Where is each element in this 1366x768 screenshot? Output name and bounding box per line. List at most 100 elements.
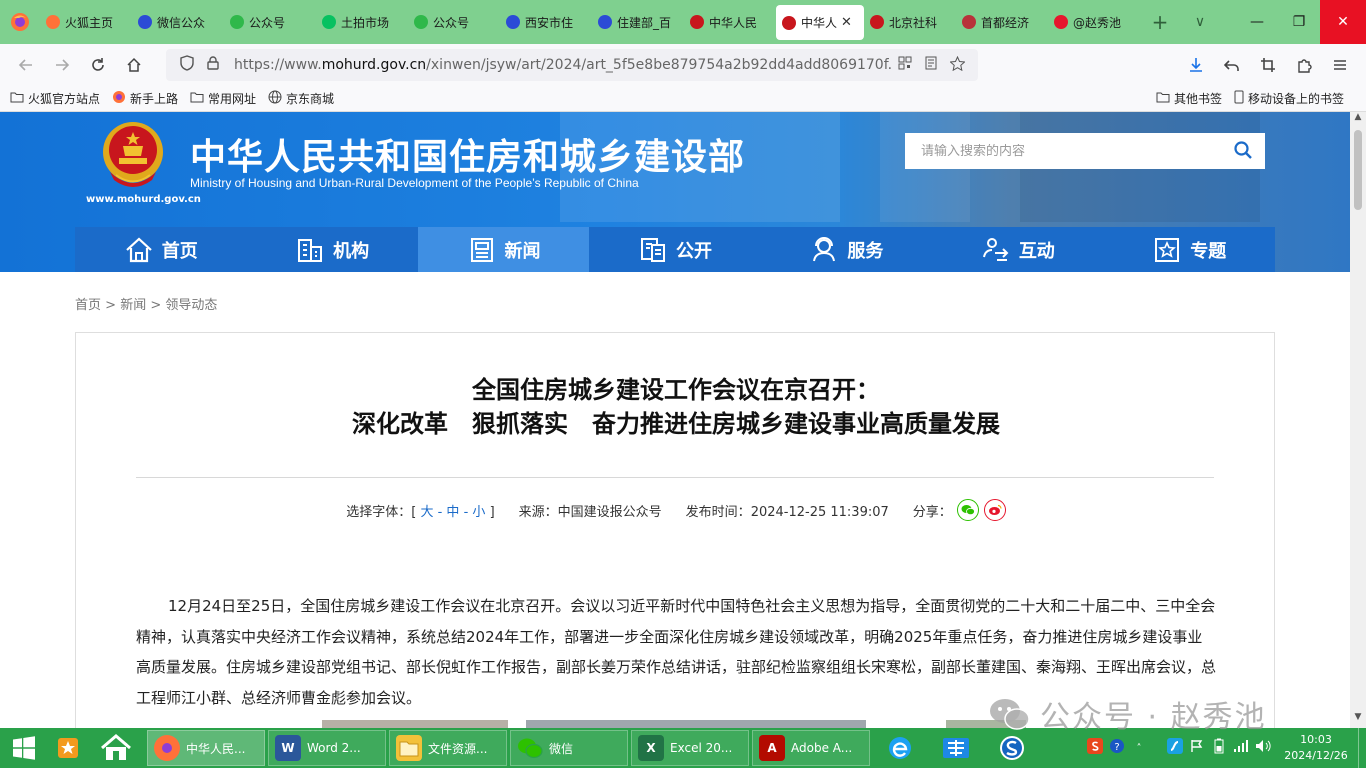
- restore-button[interactable]: ❐: [1278, 0, 1320, 44]
- bookmark-item[interactable]: 移动设备上的书签: [1234, 90, 1344, 107]
- url-path: /xinwen/jsyw/art/2024/art_5f5e8be879754a…: [426, 57, 892, 73]
- service-icon: [813, 236, 836, 261]
- nav-item-news[interactable]: 新闻: [417, 227, 590, 272]
- flag-icon[interactable]: [1186, 739, 1208, 757]
- weibo-share-icon[interactable]: [983, 499, 1006, 521]
- ticket-app-icon[interactable]: [936, 728, 976, 768]
- font-select-label: 选择字体：[: [346, 504, 417, 520]
- screenshot-button[interactable]: [1250, 49, 1286, 81]
- reader-view-icon[interactable]: [918, 56, 944, 74]
- tab[interactable]: 火狐主页: [40, 0, 132, 44]
- search-icon[interactable]: [1233, 140, 1253, 163]
- lock-icon[interactable]: [200, 56, 226, 74]
- forward-button[interactable]: [44, 49, 80, 81]
- bookmarks-toolbar: 火狐官方站点 新手上路 常用网址 京东商城 其他书签 移动设备上的书签: [0, 86, 1366, 112]
- bookmark-item[interactable]: 其他书签: [1156, 90, 1222, 107]
- tab-active[interactable]: 中华人 ✕: [776, 5, 864, 40]
- downloads-button[interactable]: [1178, 49, 1214, 81]
- scrollbar-thumb[interactable]: [1354, 130, 1362, 210]
- font-size-large[interactable]: 大: [420, 505, 433, 520]
- taskbar-app[interactable]: 中华人民...: [147, 730, 265, 766]
- bookmark-item[interactable]: 新手上路: [112, 90, 178, 107]
- show-desktop-button[interactable]: [1358, 728, 1366, 768]
- system-clock[interactable]: 10:03 2024/12/26: [1274, 732, 1358, 764]
- undo-button[interactable]: [1214, 49, 1250, 81]
- taskbar-app[interactable]: W Word 2...: [268, 730, 386, 766]
- breadcrumb-item[interactable]: 领导动态: [165, 298, 217, 313]
- tab[interactable]: 微信公众: [132, 0, 224, 44]
- tab[interactable]: 中华人民: [684, 0, 776, 44]
- puzzle-icon: [1298, 59, 1312, 73]
- shield-icon[interactable]: [174, 55, 200, 75]
- network-icon[interactable]: [1230, 739, 1252, 757]
- firefox-menu-icon[interactable]: [0, 0, 40, 44]
- bookmark-item[interactable]: 常用网址: [190, 90, 256, 107]
- tab-list-button[interactable]: ∨: [1180, 0, 1220, 44]
- url-text[interactable]: https://www.mohurd.gov.cn/xinwen/jsyw/ar…: [234, 57, 892, 73]
- bookmark-star-icon[interactable]: [944, 55, 970, 75]
- qr-code-icon[interactable]: [892, 56, 918, 74]
- tab[interactable]: 西安市住: [500, 0, 592, 44]
- back-button[interactable]: [8, 49, 44, 81]
- extensions-button[interactable]: [1286, 49, 1322, 81]
- tab[interactable]: 北京社科: [864, 0, 956, 44]
- hamburger-icon: [1334, 60, 1346, 70]
- taskbar-app[interactable]: A Adobe A...: [752, 730, 870, 766]
- desktop-home-icon[interactable]: [88, 728, 144, 768]
- taskbar-app[interactable]: 微信: [510, 730, 628, 766]
- tab[interactable]: 首都经济: [956, 0, 1048, 44]
- site-search: [905, 133, 1265, 169]
- help-icon[interactable]: ?: [1106, 738, 1128, 758]
- taskbar-app-label: 微信: [549, 741, 574, 756]
- tab[interactable]: 公众号: [224, 0, 316, 44]
- tab[interactable]: @赵秀池: [1048, 0, 1140, 44]
- interaction-icon: [982, 237, 1009, 261]
- close-window-button[interactable]: ✕: [1320, 0, 1366, 44]
- bookmark-item[interactable]: 京东商城: [268, 90, 334, 107]
- start-button[interactable]: [0, 728, 48, 768]
- sogou-input-icon[interactable]: [1084, 738, 1106, 758]
- nav-item-building[interactable]: 机构: [246, 227, 417, 272]
- pinned-app-icon[interactable]: [48, 728, 88, 768]
- scroll-up-arrow[interactable]: ▲: [1350, 112, 1366, 128]
- vertical-scrollbar[interactable]: ▲ ▼: [1350, 112, 1366, 728]
- home-button[interactable]: [116, 49, 152, 81]
- taskbar-app[interactable]: X Excel 20...: [631, 730, 749, 766]
- tab-label: 住建部_百: [617, 15, 672, 30]
- address-bar[interactable]: https://www.mohurd.gov.cn/xinwen/jsyw/ar…: [166, 49, 978, 81]
- nav-item-document[interactable]: 公开: [589, 227, 760, 272]
- flash-icon[interactable]: [1164, 738, 1186, 758]
- breadcrumb-item[interactable]: 首页: [75, 298, 101, 313]
- article-container: 全国住房城乡建设工作会议在京召开： 深化改革 狠抓落实 奋力推进住房城乡建设事业…: [75, 332, 1275, 728]
- search-input[interactable]: [921, 143, 1233, 159]
- bookmark-item[interactable]: 火狐官方站点: [10, 90, 100, 107]
- nav-item-service[interactable]: 服务: [761, 227, 932, 272]
- scroll-down-arrow[interactable]: ▼: [1350, 712, 1366, 728]
- tab-favicon-icon: [506, 15, 520, 29]
- nav-item-home[interactable]: 首页: [75, 227, 246, 272]
- font-size-medium[interactable]: 中: [446, 505, 459, 520]
- nav-item-interaction[interactable]: 互动: [932, 227, 1103, 272]
- reload-button[interactable]: [80, 49, 116, 81]
- menu-button[interactable]: [1322, 49, 1358, 81]
- font-size-small[interactable]: 小: [472, 505, 485, 520]
- tray-expand-icon[interactable]: ˄: [1128, 743, 1150, 754]
- nav-item-star[interactable]: 专题: [1104, 227, 1275, 272]
- tab[interactable]: 公众号: [408, 0, 500, 44]
- tab[interactable]: 住建部_百: [592, 0, 684, 44]
- new-tab-button[interactable]: +: [1140, 0, 1180, 44]
- taskbar-app[interactable]: 文件资源...: [389, 730, 507, 766]
- taskbar-app-label: Word 2...: [307, 741, 361, 755]
- nav-label: 首页: [161, 240, 198, 262]
- minimize-button[interactable]: —: [1236, 0, 1278, 44]
- ie-browser-icon[interactable]: [880, 728, 920, 768]
- breadcrumb-separator: >: [101, 298, 121, 313]
- close-tab-icon[interactable]: ✕: [841, 15, 852, 30]
- taskbar-app-label: Excel 20...: [670, 741, 733, 755]
- battery-icon[interactable]: [1208, 738, 1230, 758]
- tab[interactable]: 土拍市场: [316, 0, 408, 44]
- site-title[interactable]: 中华人民共和国住房和城乡建设部: [190, 128, 745, 180]
- volume-icon[interactable]: [1252, 739, 1274, 757]
- breadcrumb-item[interactable]: 新闻: [120, 298, 146, 313]
- wechat-share-icon[interactable]: [956, 499, 979, 521]
